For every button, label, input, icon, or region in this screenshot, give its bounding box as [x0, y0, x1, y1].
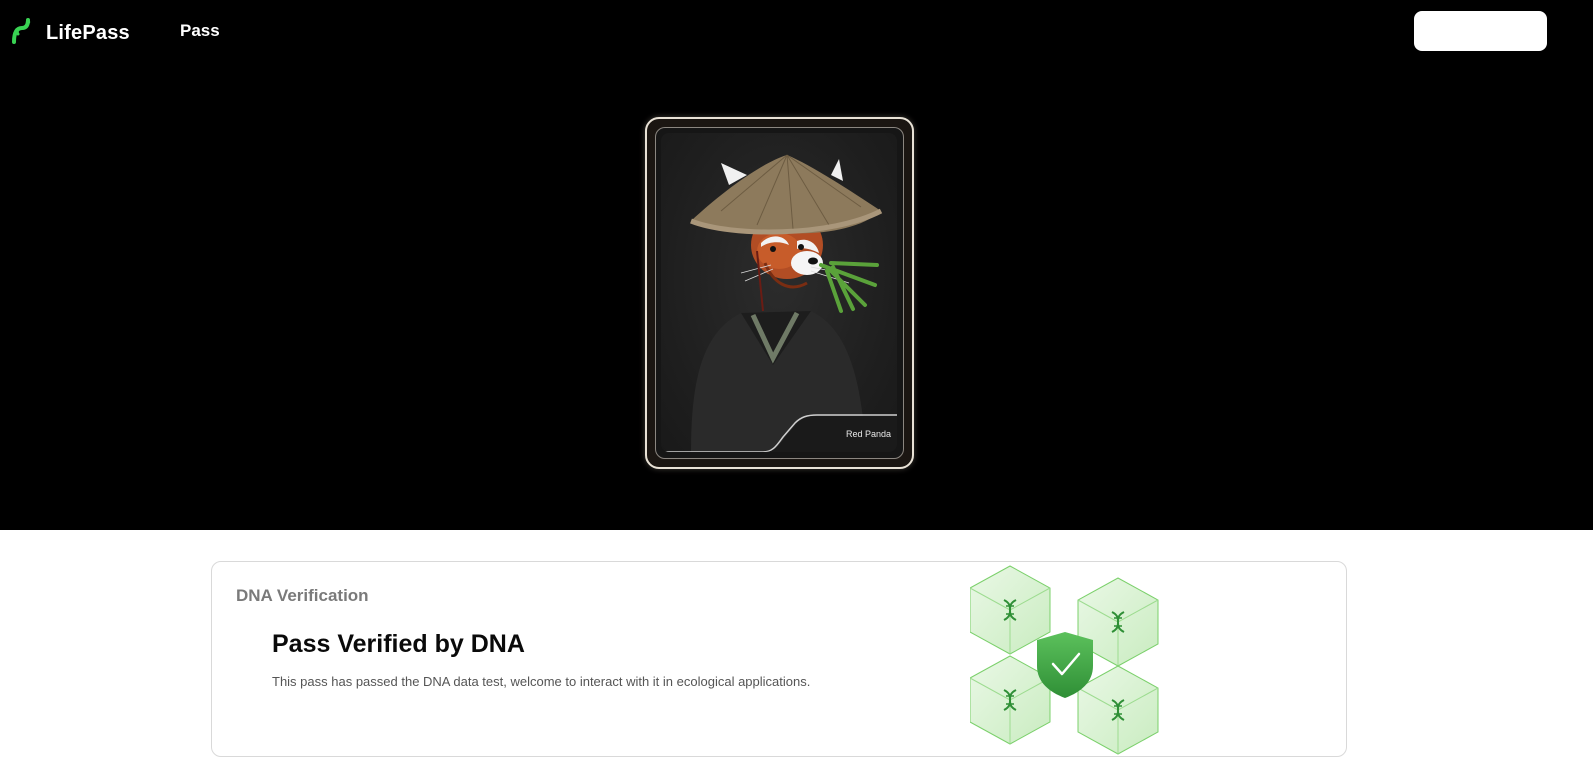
card-name-label: Red Panda: [845, 429, 891, 439]
red-panda-illustration: [661, 154, 897, 452]
pass-card[interactable]: Red Panda: [645, 117, 914, 469]
section-label: DNA Verification: [236, 586, 369, 605]
hero-section: LifePass Pass Red Panda: [0, 0, 1593, 530]
connect-button[interactable]: [1414, 11, 1547, 51]
verification-description: This pass has passed the DNA data test, …: [272, 674, 811, 689]
top-nav: LifePass Pass: [0, 0, 1593, 62]
pass-card-image: Red Panda: [661, 133, 897, 452]
verification-title: Pass Verified by DNA: [272, 630, 525, 658]
brand-name: LifePass: [46, 22, 130, 44]
dna-verification-panel: DNA Verification Pass Verified by DNA Th…: [211, 561, 1347, 757]
dna-verification-graphic: [970, 565, 1159, 755]
dna-cube-icon: [1077, 665, 1159, 755]
nav-link-pass[interactable]: Pass: [180, 21, 220, 41]
brand-logo[interactable]: LifePass: [10, 18, 130, 49]
pass-card-frame: Red Panda: [655, 127, 904, 459]
lifepass-logo-icon: [10, 18, 34, 49]
